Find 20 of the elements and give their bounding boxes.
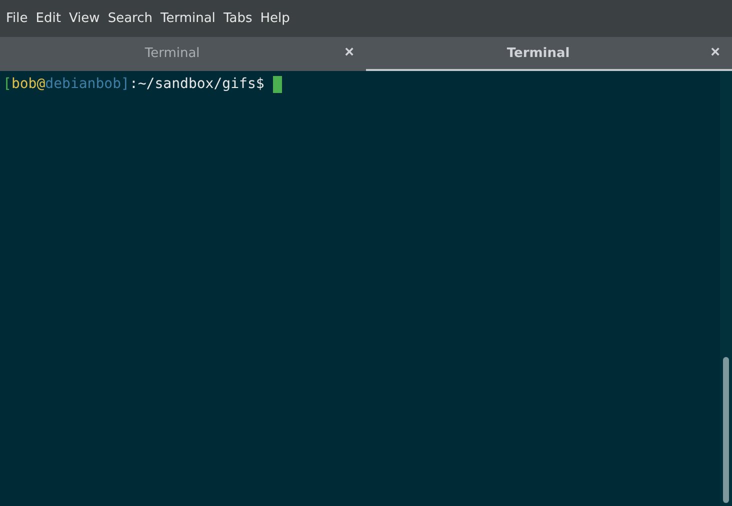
terminal-area[interactable]: [bob@debianbob]:~/sandbox/gifs$ — [0, 71, 732, 506]
prompt-text: :~/sandbox/gifs$ — [129, 76, 264, 92]
prompt-text: debianbob — [45, 76, 122, 92]
close-button[interactable]: × — [344, 44, 354, 62]
prompt-text: bob@ — [11, 76, 46, 92]
close-button[interactable]: × — [710, 44, 720, 62]
scrollbar-track[interactable] — [720, 71, 732, 506]
prompt-text: [ — [3, 76, 12, 92]
menu-item[interactable]: View — [68, 11, 106, 26]
tab[interactable]: Terminal × — [366, 37, 732, 71]
menu-item[interactable]: Terminal — [160, 11, 222, 26]
menu-item[interactable]: Help — [260, 11, 296, 26]
tab[interactable]: Terminal × — [0, 37, 366, 71]
cursor — [273, 76, 282, 92]
menu-item[interactable]: File — [6, 11, 34, 26]
menu-item[interactable]: Tabs — [223, 11, 258, 26]
scrollbar-thumb[interactable] — [723, 357, 729, 503]
menu-item[interactable]: Search — [108, 11, 158, 26]
prompt-text: ] — [121, 76, 130, 92]
menu-item[interactable]: Edit — [36, 11, 67, 26]
